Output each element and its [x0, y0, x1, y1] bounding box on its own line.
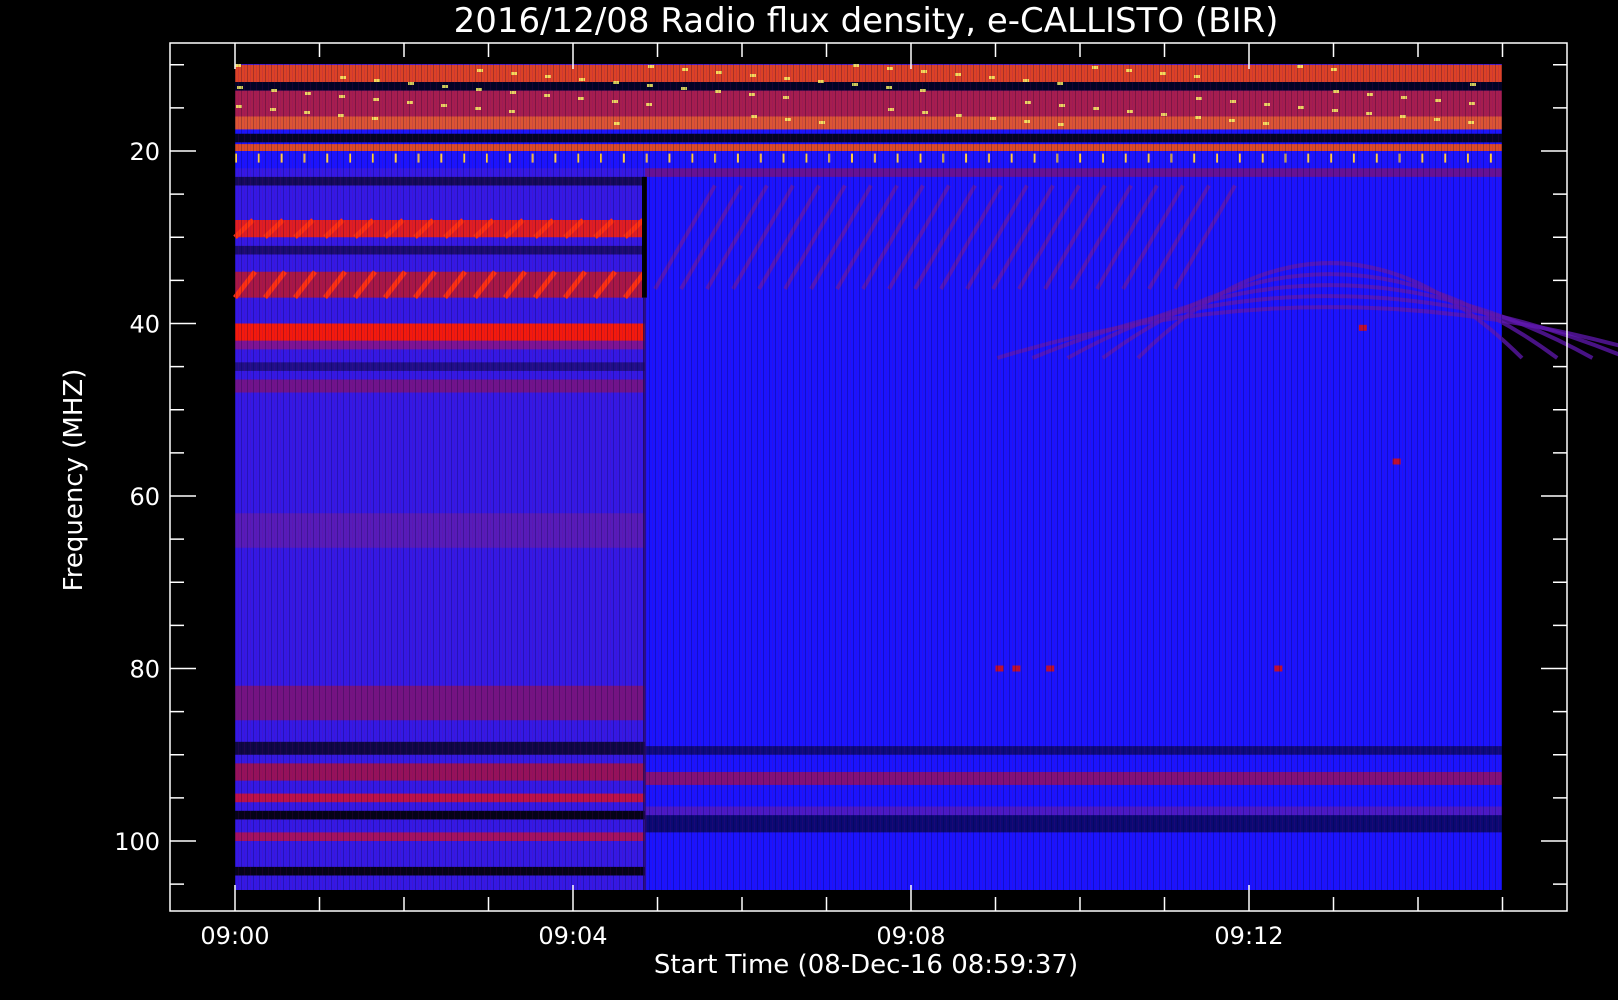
spectrogram-chart: 2016/12/08 Radio flux density, e-CALLIST… — [59, 1, 1618, 980]
y-tick-label: 40 — [129, 311, 160, 339]
noise-texture — [235, 64, 1502, 890]
y-axis-label: Frequency (MHZ) — [59, 369, 89, 592]
x-axis-label: Start Time (08-Dec-16 08:59:37) — [654, 950, 1078, 980]
y-tick-label: 100 — [114, 828, 160, 856]
x-tick-label: 09:04 — [538, 922, 607, 950]
y-tick-label: 60 — [129, 483, 160, 511]
x-tick-label: 09:08 — [876, 922, 945, 950]
x-tick-label: 09:12 — [1214, 922, 1283, 950]
y-tick-label: 20 — [129, 138, 160, 166]
y-tick-label: 80 — [129, 656, 160, 684]
spectrogram-image — [233, 64, 1618, 890]
x-tick-label: 09:00 — [200, 922, 269, 950]
chart-title: 2016/12/08 Radio flux density, e-CALLIST… — [454, 1, 1279, 41]
